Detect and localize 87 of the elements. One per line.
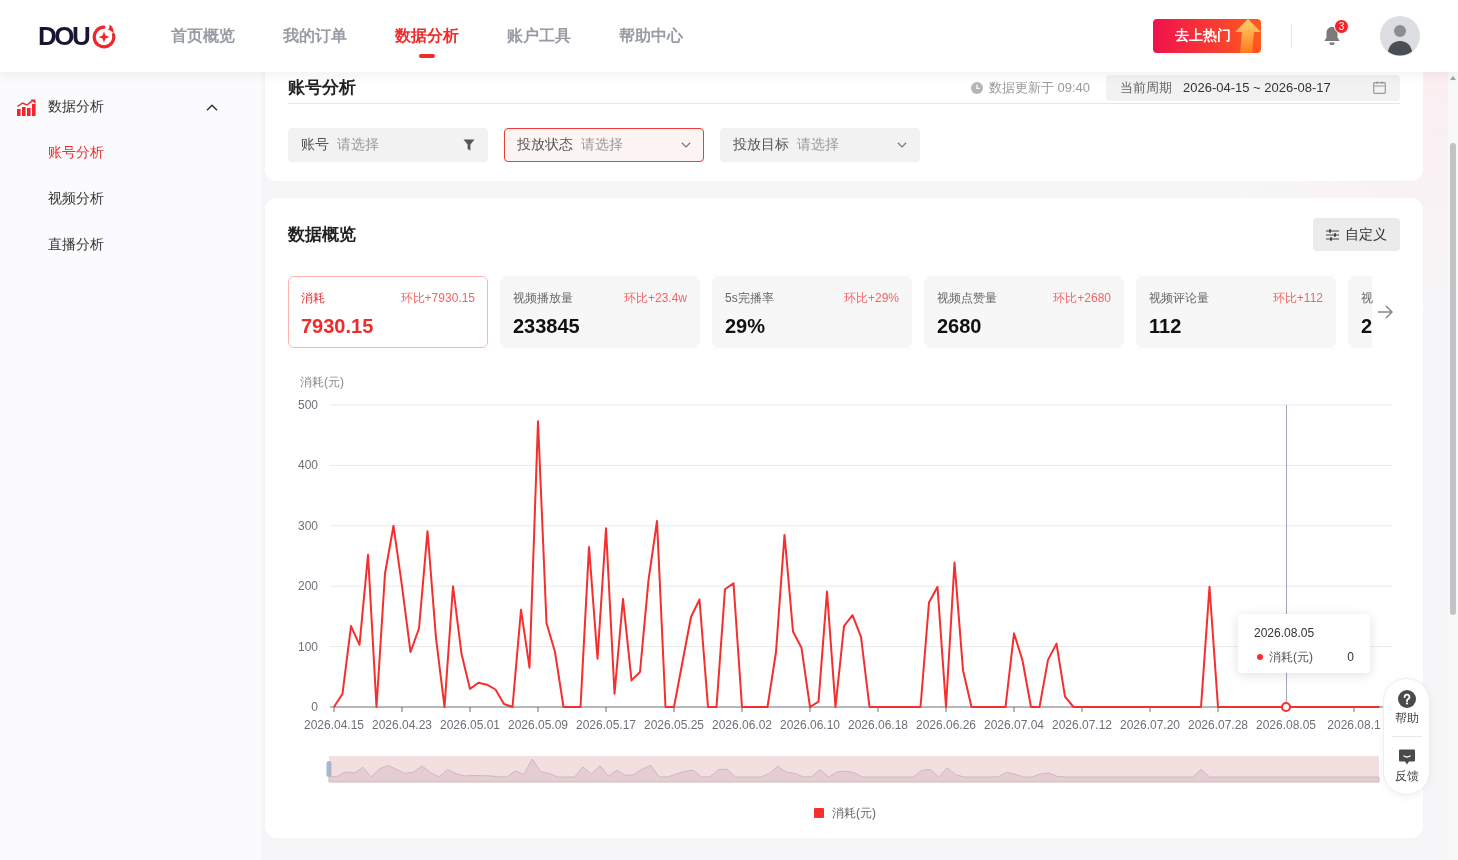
zoom-slider[interactable] <box>328 756 1380 783</box>
axis-label: 2026.08.05 <box>1255 718 1317 732</box>
scrollbar-thumb[interactable] <box>1450 143 1456 615</box>
metric-value: 233845 <box>513 314 580 339</box>
metric-value: 2680 <box>937 314 982 339</box>
filter-select[interactable]: 投放状态 请选择 <box>504 128 704 162</box>
metric-value: 7930.15 <box>301 314 374 339</box>
metric-card[interactable]: 5s完播率 环比+29% 29% <box>712 276 912 348</box>
feedback-button[interactable]: 反馈 <box>1384 737 1429 794</box>
help-button[interactable]: 帮助 <box>1384 679 1429 736</box>
axis-label: 2026.07.28 <box>1187 718 1249 732</box>
metric-change: 环比+29% <box>843 290 899 306</box>
metric-card[interactable]: 视频点赞量 环比+2680 2680 <box>924 276 1124 348</box>
axis-label: 2026.04.23 <box>371 718 433 732</box>
chevron-down-icon <box>681 142 691 148</box>
tooltip-series-label: 消耗(元) <box>1269 649 1313 666</box>
nav-tab[interactable]: 数据分析 <box>395 14 459 58</box>
avatar[interactable] <box>1380 16 1420 56</box>
metric-label: 消耗 <box>301 290 325 306</box>
axis-label: 2026.07.04 <box>983 718 1045 732</box>
axis-label: 2026.06.02 <box>711 718 773 732</box>
scroll-up-icon[interactable] <box>1450 76 1456 80</box>
metric-label: 视频点赞量 <box>937 290 997 306</box>
help-icon <box>1397 690 1416 708</box>
axis-label: 2026.05.17 <box>575 718 637 732</box>
chat-icon <box>1397 748 1416 766</box>
metric-label: 视 <box>1361 290 1373 306</box>
filter-select[interactable]: 账号 请选择 <box>288 128 488 162</box>
tooltip-date: 2026.08.05 <box>1254 625 1315 642</box>
metric-change: 环比+112 <box>1272 290 1323 306</box>
sidebar-item[interactable]: 直播分析 <box>0 222 262 268</box>
metric-value: 2 <box>1361 314 1373 339</box>
metric-card[interactable]: 视频评论量 环比+112 112 <box>1136 276 1336 348</box>
axis-label: 300 <box>297 518 318 533</box>
axis-label: 400 <box>297 458 318 473</box>
metric-card[interactable]: 消耗 环比+7930.15 7930.15 <box>288 276 488 348</box>
panel-title: 账号分析 <box>288 77 356 99</box>
customize-button[interactable]: 自定义 <box>1313 218 1400 251</box>
metric-value: 29% <box>725 314 766 339</box>
bar-chart-icon <box>17 98 36 116</box>
axis-label: 2026.07.12 <box>1051 718 1113 732</box>
metric-label: 视频播放量 <box>513 290 573 306</box>
slider-handle[interactable] <box>326 761 332 777</box>
sidebar-item[interactable]: 账号分析 <box>0 130 262 176</box>
arrow-up-icon <box>1233 19 1261 53</box>
logo-text: DOU <box>38 23 89 49</box>
axis-label: 200 <box>297 579 318 594</box>
legend-label: 消耗(元) <box>832 806 876 820</box>
axis-label: 100 <box>297 639 318 654</box>
metric-card[interactable]: 视频播放量 环比+23.4w 233845 <box>500 276 700 348</box>
axis-label: 2026.04.15 <box>303 718 365 732</box>
axis-label: 2026.05.01 <box>439 718 501 732</box>
axis-label: 2026.07.20 <box>1119 718 1181 732</box>
tooltip-value: 0 <box>1347 649 1354 666</box>
metric-change: 环比+2680 <box>1053 290 1111 306</box>
metric-value: 112 <box>1149 314 1182 339</box>
metric-change: 环比+7930.15 <box>400 290 475 306</box>
point-marker-icon <box>1281 702 1291 712</box>
metric-change: 环比+23.4w <box>623 290 687 306</box>
date-range-picker[interactable]: 当前周期 2026-04-15 ~ 2026-08-17 <box>1106 74 1400 101</box>
axis-label: 2026.05.09 <box>507 718 569 732</box>
section-title: 数据概览 <box>288 224 356 246</box>
axis-title: 消耗(元) <box>300 375 344 389</box>
axis-label: 2026.05.25 <box>643 718 705 732</box>
calendar-icon <box>1373 81 1386 94</box>
chevron-down-icon <box>897 142 907 148</box>
filter-select[interactable]: 投放目标 请选择 <box>720 128 920 162</box>
sidebar-group[interactable]: 数据分析 <box>0 84 262 130</box>
axis-label: 500 <box>297 398 318 412</box>
metric-card[interactable]: 视 2 <box>1348 276 1372 348</box>
arrow-right-icon[interactable] <box>1377 305 1393 319</box>
update-time: 数据更新于 09:40 <box>988 78 1090 97</box>
clock-icon <box>970 81 983 94</box>
notification-badge: 3 <box>1334 19 1349 34</box>
promo-button[interactable]: 去上热门 <box>1153 19 1261 53</box>
metric-label: 视频评论量 <box>1149 290 1209 306</box>
metric-label: 5s完播率 <box>725 290 774 306</box>
filter-icon <box>463 139 475 151</box>
axis-label: 2026.08.1 <box>1327 718 1381 732</box>
sliders-icon <box>1326 228 1339 241</box>
flame-logo-icon <box>91 23 118 49</box>
axis-label: 0 <box>311 700 318 714</box>
axis-label: 2026.06.18 <box>847 718 909 732</box>
axis-label: 2026.06.26 <box>915 718 977 732</box>
axis-label: 2026.06.10 <box>779 718 841 732</box>
sidebar-item[interactable]: 视频分析 <box>0 176 262 222</box>
series-dot-icon <box>1257 654 1263 660</box>
